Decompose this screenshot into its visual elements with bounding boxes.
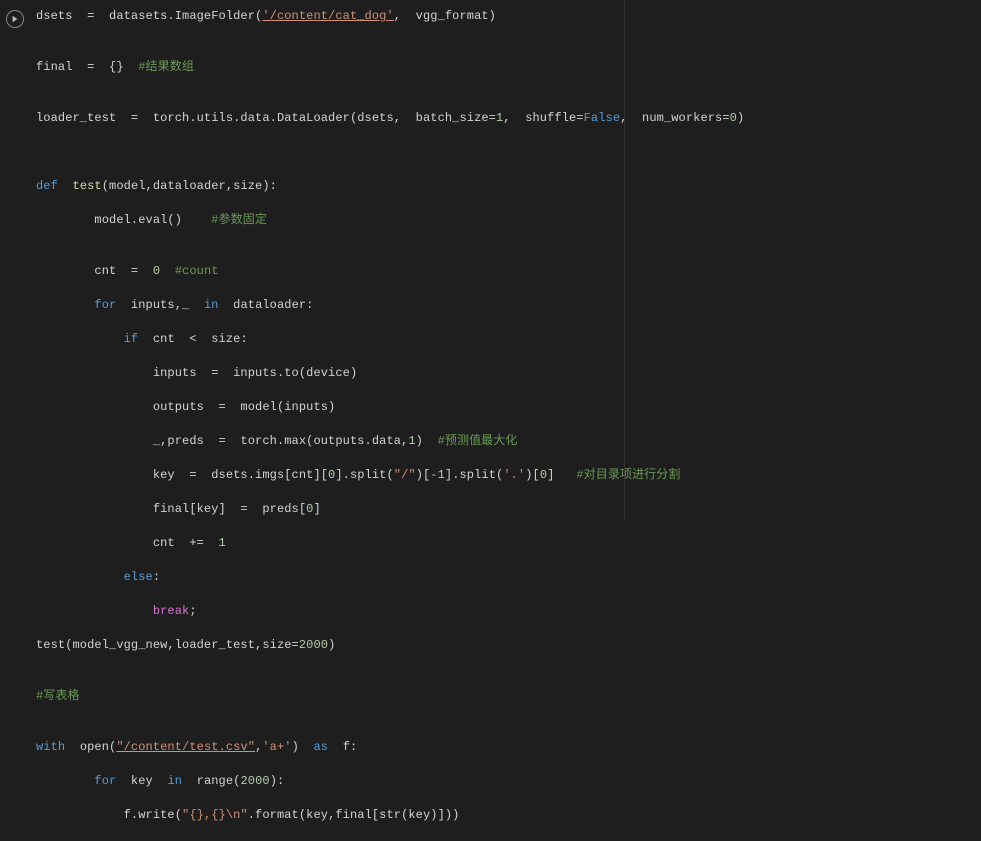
code-token: _,preds = torch.max(outputs.data,: [36, 434, 408, 448]
code-token: as: [314, 740, 329, 754]
code-token: ): [416, 434, 438, 448]
code-token: def: [36, 179, 58, 193]
code-token: 1: [408, 434, 415, 448]
code-token: inputs,_: [116, 298, 204, 312]
code-token: (model,dataloader,size):: [102, 179, 277, 193]
code-token: open(: [65, 740, 116, 754]
code-token: 'a+': [262, 740, 291, 754]
code-token: test(model_vgg_new,loader_test,size=: [36, 638, 299, 652]
code-comment: #参数固定: [211, 213, 267, 227]
code-token: for: [94, 774, 116, 788]
code-token: final = {}: [36, 60, 138, 74]
code-comment: #结果数组: [138, 60, 194, 74]
code-token: [160, 264, 175, 278]
cell-gutter: [4, 8, 26, 28]
code-token: else: [124, 570, 153, 584]
code-token: cnt < size:: [138, 332, 248, 346]
code-token: "/content/test.csv": [116, 740, 255, 754]
code-token: , num_workers=: [620, 111, 730, 125]
code-token: ;: [189, 604, 196, 618]
code-token: if: [124, 332, 139, 346]
code-comment: #对目录项进行分割: [576, 468, 680, 482]
code-comment: #预测值最大化: [438, 434, 518, 448]
code-token: )[: [416, 468, 431, 482]
code-token: dsets = datasets.ImageFolder(: [36, 9, 262, 23]
code-token: final[key] = preds[: [36, 502, 306, 516]
column-guide: [624, 0, 625, 519]
code-token: ]: [313, 502, 320, 516]
code-token: , vgg_format): [394, 9, 496, 23]
code-token: ): [292, 740, 314, 754]
code-token: ): [328, 638, 335, 652]
code-token: test: [73, 179, 102, 193]
code-token: for: [94, 298, 116, 312]
code-token: range(: [182, 774, 240, 788]
code-comment: #写表格: [36, 689, 80, 703]
code-token: cnt +=: [36, 536, 219, 550]
code-token: 1: [219, 536, 226, 550]
code-token: break: [153, 604, 190, 618]
code-token: ): [737, 111, 744, 125]
code-comment: #count: [175, 264, 219, 278]
code-token: 2000: [299, 638, 328, 652]
code-token: :: [153, 570, 160, 584]
code-token: 2000: [240, 774, 269, 788]
code-token: model.eval(): [36, 213, 211, 227]
code-token: ,: [255, 740, 262, 754]
code-token: )[: [525, 468, 540, 482]
code-token: in: [167, 774, 182, 788]
code-token: loader_test = torch.utils.data.DataLoade…: [36, 111, 496, 125]
code-token: dataloader:: [219, 298, 314, 312]
code-token: '/content/cat_dog': [262, 9, 393, 23]
code-token: False: [584, 111, 621, 125]
code-token: key = dsets.imgs[cnt][: [36, 468, 328, 482]
code-token: with: [36, 740, 65, 754]
code-token: ].split(: [445, 468, 503, 482]
code-token: .format(key,final[str(key)])): [248, 808, 460, 822]
code-token: outputs = model(inputs): [36, 400, 335, 414]
code-token: , shuffle=: [503, 111, 583, 125]
code-token: key: [116, 774, 167, 788]
play-icon: [11, 15, 19, 23]
code-cell: dsets = datasets.ImageFolder('/content/c…: [0, 0, 981, 519]
code-token: in: [204, 298, 219, 312]
code-token: -1: [430, 468, 445, 482]
code-token: inputs = inputs.to(device): [36, 366, 357, 380]
code-editor[interactable]: dsets = datasets.ImageFolder('/content/c…: [26, 8, 973, 841]
code-token: '.': [503, 468, 525, 482]
run-cell-button[interactable]: [6, 10, 24, 28]
code-token: [58, 179, 73, 193]
code-token: ):: [270, 774, 285, 788]
code-token: f.write(: [36, 808, 182, 822]
code-token: ]: [547, 468, 576, 482]
code-token: f:: [328, 740, 357, 754]
code-token: "{},{}\n": [182, 808, 248, 822]
code-token: 0: [730, 111, 737, 125]
code-token: cnt =: [36, 264, 153, 278]
code-token: "/": [394, 468, 416, 482]
code-token: ].split(: [335, 468, 393, 482]
